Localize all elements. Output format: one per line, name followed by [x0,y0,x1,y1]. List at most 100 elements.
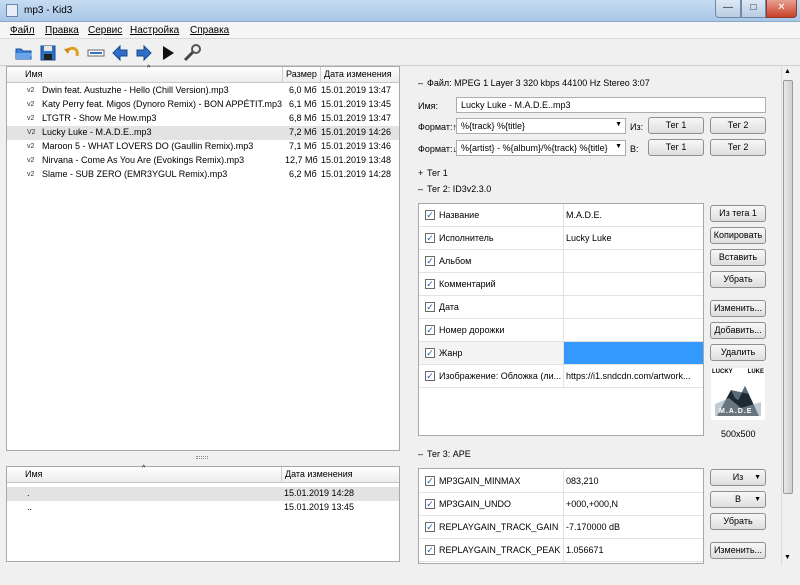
scrollbar-thumb[interactable] [783,80,793,494]
tag-version-icon: v2 [27,171,35,178]
frame-value[interactable] [563,273,568,295]
frame-row[interactable]: ✓ REPLAYGAIN_TRACK_GAIN -7.170000 dB [419,516,703,539]
frame-value[interactable]: 083,210 [563,470,601,492]
menu-edit[interactable]: Правка [45,25,79,36]
menu-settings[interactable]: Настройка [130,25,179,36]
frame-row[interactable]: ✓ Номер дорожки [419,319,703,342]
from-tag1-button[interactable]: Тег 1 [648,117,704,134]
expand-icon[interactable]: + [418,168,423,178]
from-tag2-button[interactable]: Тег 2 [710,117,766,134]
save-icon[interactable] [38,43,58,63]
filename-input[interactable]: Lucky Luke - M.A.D.E..mp3 [456,97,766,113]
delete-button[interactable]: Удалить [710,344,766,361]
cover-art-image[interactable]: LUCKY LUKE M.A.D.E [711,368,765,420]
table-row-selected[interactable]: . 15.01.2019 14:28 [7,487,399,501]
frame-value[interactable]: -7.170000 dB [563,516,622,538]
column-date-header[interactable]: Дата изменения [285,469,353,479]
frame-value[interactable]: M.A.D.E. [563,204,604,226]
checkbox-checked-icon[interactable]: ✓ [425,302,435,312]
menu-tools[interactable]: Сервис [88,25,122,36]
splitter-handle[interactable] [196,456,208,459]
list-view-icon[interactable] [86,43,106,63]
checkbox-checked-icon[interactable]: ✓ [425,499,435,509]
play-icon[interactable] [158,43,178,63]
checkbox-checked-icon[interactable]: ✓ [425,279,435,289]
from-dropdown-button[interactable]: Из ▼ [710,469,766,486]
column-name-header[interactable]: Имя [25,469,43,479]
settings-tools-icon[interactable] [182,43,202,63]
column-date-header[interactable]: Дата изменения [324,69,392,79]
checkbox-checked-icon[interactable]: ✓ [425,348,435,358]
tag3-remove-button[interactable]: Убрать [710,513,766,530]
frame-row-selected[interactable]: ✓ Жанр [419,342,703,365]
collapse-icon[interactable]: – [418,449,423,459]
undo-icon[interactable] [62,43,82,63]
format-to-combo[interactable]: %{artist} - %{album}/%{track} %{title} ▼ [456,140,626,156]
checkbox-checked-icon[interactable]: ✓ [425,522,435,532]
next-arrow-icon[interactable] [134,43,154,63]
frame-row[interactable]: ✓ Исполнитель Lucky Luke [419,227,703,250]
frame-row[interactable]: ✓ REPLAYGAIN_TRACK_PEAK 1.056671 [419,539,703,562]
collapse-icon[interactable]: – [418,78,423,88]
checkbox-checked-icon[interactable]: ✓ [425,545,435,555]
checkbox-checked-icon[interactable]: ✓ [425,371,435,381]
frame-row[interactable]: ✓ MP3GAIN_MINMAX 083,210 [419,470,703,493]
minimize-button[interactable]: — [715,0,741,18]
right-panel-scrollbar[interactable]: ▲ ▼ [781,66,794,566]
column-size-header[interactable]: Размер [286,69,317,79]
frame-row[interactable]: ✓ Название M.A.D.E. [419,204,703,227]
previous-arrow-icon[interactable] [110,43,130,63]
frame-value[interactable] [563,296,568,318]
sort-arrow-icon: ^ [142,465,146,472]
checkbox-checked-icon[interactable]: ✓ [425,256,435,266]
table-row[interactable]: v2 Slame - SUB ZERO (EMR3YGUL Remix).mp3… [7,168,399,182]
edit-button[interactable]: Изменить... [710,300,766,317]
collapse-icon[interactable]: – [418,184,423,194]
frame-value[interactable]: Lucky Luke [563,227,614,249]
menu-file[interactable]: Файл [10,25,35,36]
tag3-edit-button[interactable]: Изменить... [710,542,766,559]
frame-value[interactable]: 1.056671 [563,539,606,561]
table-row[interactable]: .. 15.01.2019 13:45 [7,501,399,515]
frame-row[interactable]: ✓ Дата [419,296,703,319]
frame-value[interactable] [563,250,568,272]
frame-value[interactable]: https://i1.sndcdn.com/artwork... [563,365,701,387]
to-dropdown-button[interactable]: В ▼ [710,491,766,508]
frame-name: Исполнитель [439,233,494,243]
menu-help[interactable]: Справка [190,25,229,36]
checkbox-checked-icon[interactable]: ✓ [425,210,435,220]
format-from-combo[interactable]: %{track} %{title} ▼ [456,118,626,134]
to-tag1-button[interactable]: Тег 1 [648,139,704,156]
paste-button[interactable]: Вставить [710,249,766,266]
open-folder-icon[interactable] [14,43,34,63]
remove-button[interactable]: Убрать [710,271,766,288]
frame-row[interactable]: ✓ Изображение: Обложка (ли... https://i1… [419,365,703,388]
cover-text-bottom: M.A.D.E [719,408,753,415]
copy-button[interactable]: Копировать [710,227,766,244]
frame-value[interactable]: +000,+000,N [563,493,620,515]
checkbox-checked-icon[interactable]: ✓ [425,233,435,243]
to-tag2-button[interactable]: Тег 2 [710,139,766,156]
table-row[interactable]: v2 Nirvana - Come As You Are (Evokings R… [7,154,399,168]
checkbox-checked-icon[interactable]: ✓ [425,476,435,486]
frame-value-editing[interactable] [563,342,703,364]
checkbox-checked-icon[interactable]: ✓ [425,325,435,335]
scroll-down-icon[interactable]: ▼ [784,554,791,561]
close-button[interactable]: ✕ [766,0,797,18]
table-row[interactable]: v2 Maroon 5 - WHAT LOVERS DO (Gaullin Re… [7,140,399,154]
table-row[interactable]: v2 Katy Perry feat. Migos (Dynoro Remix)… [7,98,399,112]
column-name-header[interactable]: Имя [25,69,43,79]
table-row[interactable]: v2 Dwin feat. Austuzhe - Hello (Chill Ve… [7,84,399,98]
frame-row[interactable]: ✓ MP3GAIN_UNDO +000,+000,N [419,493,703,516]
add-button[interactable]: Добавить... [710,322,766,339]
from-tag1-copy-button[interactable]: Из тега 1 [710,205,766,222]
frame-row[interactable]: ✓ Комментарий [419,273,703,296]
table-row[interactable]: v2 LTGTR - Show Me How.mp3 6,8 Мб 15.01.… [7,112,399,126]
scroll-up-icon[interactable]: ▲ [784,68,791,75]
table-row-selected[interactable]: V2 Lucky Luke - M.A.D.E..mp3 7,2 Мб 15.0… [7,126,399,140]
tag-version-icon: V2 [27,129,36,136]
frame-value[interactable] [563,319,568,341]
frame-row[interactable]: ✓ Альбом [419,250,703,273]
tag1-section-header[interactable]: Тег 1 [427,168,448,178]
maximize-button[interactable]: □ [741,0,766,18]
